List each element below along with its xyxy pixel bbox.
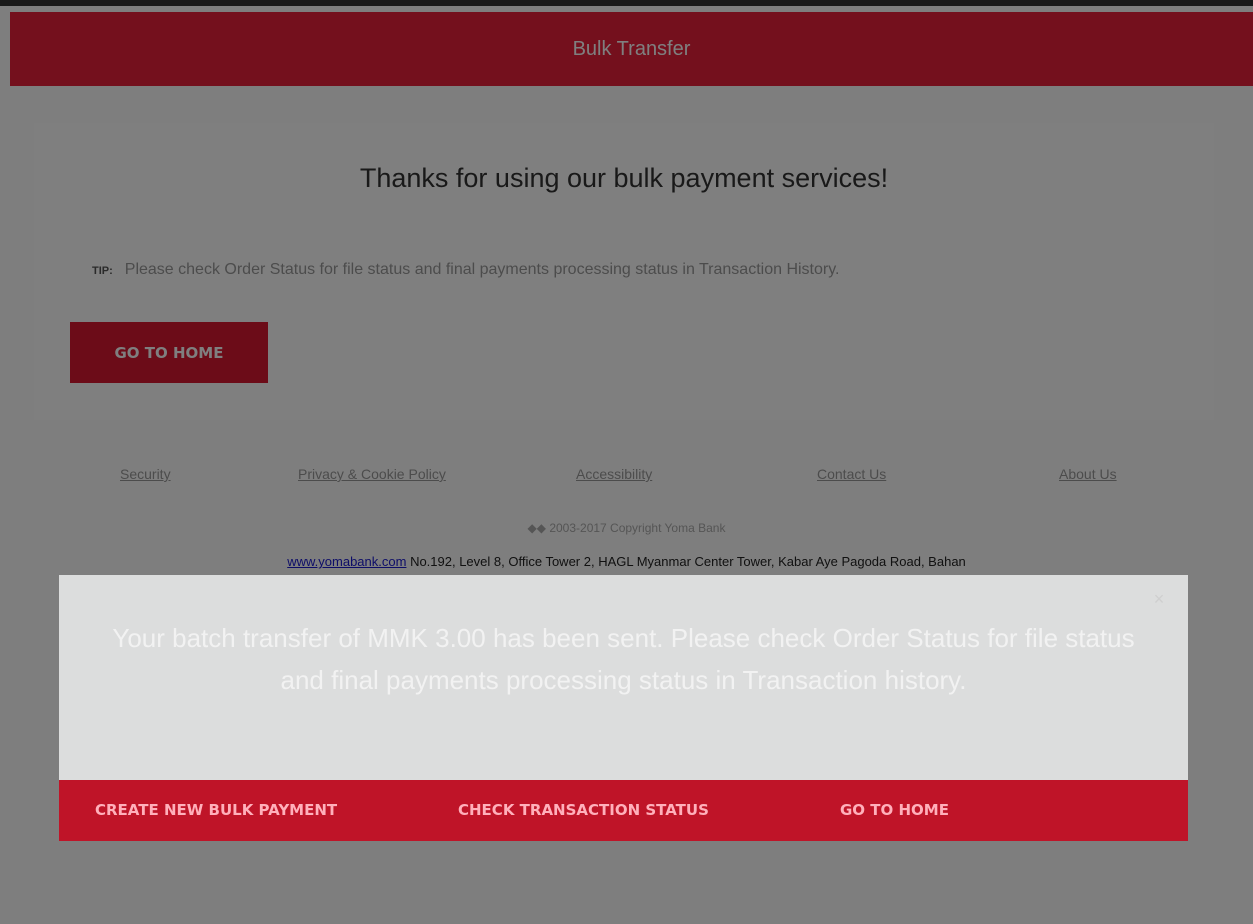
success-modal: × Your batch transfer of MMK 3.00 has be… [59,575,1188,841]
check-transaction-status-button[interactable]: CHECK TRANSACTION STATUS [458,780,709,841]
modal-action-bar: CREATE NEW BULK PAYMENT CHECK TRANSACTIO… [59,780,1188,841]
modal-message: Your batch transfer of MMK 3.00 has been… [112,623,1135,695]
modal-go-to-home-button[interactable]: GO TO HOME [840,780,949,841]
close-icon[interactable]: × [1149,589,1169,609]
modal-body: × Your batch transfer of MMK 3.00 has be… [59,575,1188,780]
create-new-bulk-payment-button[interactable]: CREATE NEW BULK PAYMENT [95,780,337,841]
